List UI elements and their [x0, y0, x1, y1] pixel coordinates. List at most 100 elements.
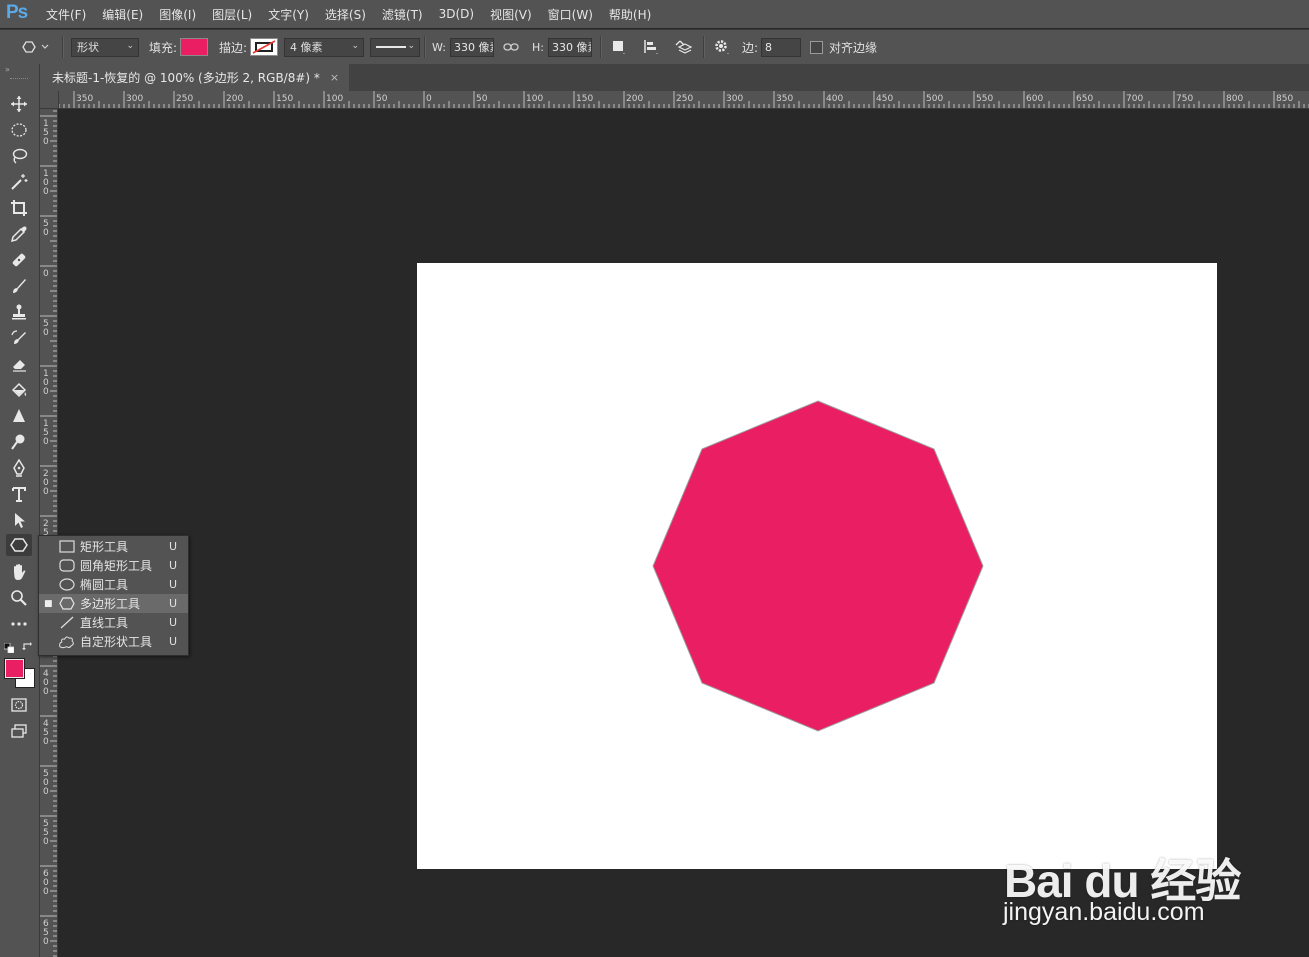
ruler-label: 150	[276, 94, 293, 104]
document-tab[interactable]: 未标题-1-恢复的 @ 100% (多边形 2, RGB/8#) * ×	[40, 64, 350, 91]
lasso-icon	[12, 148, 28, 164]
close-icon[interactable]: ×	[330, 71, 339, 84]
ruler-label: 0	[43, 269, 49, 279]
lasso-tool[interactable]	[6, 145, 32, 167]
fill-color-swatch[interactable]	[180, 38, 209, 56]
default-colors-icon[interactable]	[3, 642, 15, 656]
ruler-label: 50	[43, 219, 49, 238]
blur-tool[interactable]	[6, 405, 32, 427]
eyedropper-tool[interactable]	[6, 223, 32, 245]
pen-tool[interactable]	[6, 457, 32, 479]
flyout-shortcut: U	[169, 616, 178, 629]
gear-icon[interactable]	[713, 30, 731, 64]
photoshop-logo: Ps	[6, 2, 28, 23]
ruler-label: 200	[626, 94, 643, 104]
hand-icon	[14, 564, 26, 580]
flyout-shortcut: U	[169, 540, 178, 553]
flyout-item-rectangle[interactable]: 矩形工具 U	[39, 537, 188, 556]
height-field[interactable]: 330 像素	[547, 37, 592, 57]
chevron-down-icon: ⌄	[126, 40, 134, 51]
flyout-item-line[interactable]: 直线工具 U	[39, 613, 188, 632]
swap-colors-icon[interactable]	[22, 641, 33, 655]
height-value: 330 像素	[551, 41, 591, 54]
menu-view[interactable]: 视图(V)	[490, 6, 532, 23]
flyout-item-rounded-rectangle[interactable]: 圆角矩形工具 U	[39, 556, 188, 575]
tool-preset-picker[interactable]	[22, 30, 52, 64]
history-brush-tool[interactable]	[6, 327, 32, 349]
stroke-width-dropdown[interactable]: 4 像素 ⌄	[284, 37, 364, 57]
horizontal-ruler[interactable]: 350 300 250 200 150 100 50 0 50 100 150 200 250 300 35…	[58, 91, 1309, 109]
menu-window[interactable]: 窗口(W)	[548, 6, 593, 23]
move-icon	[11, 96, 27, 112]
panel-grip[interactable]	[10, 78, 28, 81]
flyout-item-custom-shape[interactable]: 自定形状工具 U	[39, 632, 188, 651]
ruler-label: 300	[126, 94, 143, 104]
ruler-label: 200	[43, 469, 49, 497]
shape-mode-dropdown[interactable]: 形状 ⌄	[71, 37, 139, 57]
move-tool[interactable]	[6, 93, 32, 115]
magic-wand-tool[interactable]	[6, 171, 32, 193]
menu-image[interactable]: 图像(I)	[159, 6, 196, 23]
canvas-artwork	[652, 400, 984, 732]
dodge-tool[interactable]	[6, 431, 32, 453]
brush-tool[interactable]	[6, 275, 32, 297]
ruler-label: 250	[176, 94, 193, 104]
screen-mode-button[interactable]	[6, 720, 32, 742]
link-icon[interactable]	[503, 30, 519, 64]
flyout-shortcut: U	[169, 578, 178, 591]
eraser-icon	[13, 360, 26, 372]
shape-tool[interactable]	[6, 534, 32, 556]
stroke-color-swatch[interactable]	[250, 38, 279, 56]
stroke-type-dropdown[interactable]: ⌄	[370, 37, 420, 57]
quick-mask-button[interactable]	[6, 694, 32, 716]
ruler-label: 600	[1026, 94, 1043, 104]
menu-file[interactable]: 文件(F)	[46, 6, 86, 23]
polygon-preset-icon	[22, 41, 49, 53]
menu-filter[interactable]: 滤镜(T)	[382, 6, 423, 23]
ruler-label: 500	[43, 769, 49, 797]
menu-layer[interactable]: 图层(L)	[212, 6, 252, 23]
quick-mask-icon	[11, 698, 27, 712]
foreground-color-swatch[interactable]	[4, 658, 25, 679]
zoom-tool[interactable]	[6, 587, 32, 609]
ruler-label: 300	[726, 94, 743, 104]
path-alignment-icon[interactable]	[642, 30, 660, 64]
width-label: W:	[432, 40, 446, 54]
width-field[interactable]: 330 像素	[449, 37, 494, 57]
document-canvas[interactable]	[417, 263, 1217, 869]
align-edges-checkbox[interactable]	[810, 40, 823, 54]
elliptical-marquee-tool[interactable]	[6, 119, 32, 141]
type-tool[interactable]	[6, 483, 32, 505]
clone-stamp-tool[interactable]	[6, 301, 32, 323]
menu-type[interactable]: 文字(Y)	[268, 6, 309, 23]
path-selection-tool[interactable]	[6, 509, 32, 531]
crop-tool[interactable]	[6, 197, 32, 219]
flyout-label: 椭圆工具	[80, 578, 129, 592]
menu-help[interactable]: 帮助(H)	[609, 6, 651, 23]
ellipse-icon	[58, 577, 75, 592]
menu-select[interactable]: 选择(S)	[325, 6, 366, 23]
horizontal-ruler-ticks: 350 300 250 200 150 100 50 0 50 100 150 200 250 300 35…	[58, 91, 1309, 108]
vertical-ruler[interactable]: 1501005005010015020025030035040045050055…	[40, 91, 58, 957]
more-tools[interactable]	[6, 613, 32, 635]
sides-field[interactable]: 8	[761, 37, 802, 57]
path-arrangement-icon[interactable]	[674, 30, 694, 64]
menu-3d[interactable]: 3D(D)	[439, 7, 474, 21]
eraser-tool[interactable]	[6, 353, 32, 375]
ruler-label: 150	[43, 119, 49, 147]
paint-bucket-icon	[11, 382, 27, 398]
flyout-item-ellipse[interactable]: 椭圆工具 U	[39, 575, 188, 594]
collapse-icon[interactable]: »	[5, 65, 10, 74]
stroke-swatch-icon	[252, 40, 276, 54]
document-tab-title: 未标题-1-恢复的 @ 100% (多边形 2, RGB/8#) *	[52, 71, 320, 85]
healing-brush-tool[interactable]	[6, 249, 32, 271]
menu-edit[interactable]: 编辑(E)	[102, 6, 143, 23]
sides-label: 边:	[742, 40, 759, 55]
flyout-shortcut: U	[169, 635, 178, 648]
flyout-item-polygon[interactable]: ■ 多边形工具 U	[39, 594, 188, 613]
ruler-origin[interactable]	[40, 91, 59, 109]
octagon-shape[interactable]	[652, 400, 984, 732]
paint-bucket-tool[interactable]	[6, 379, 32, 401]
hand-tool[interactable]	[6, 561, 32, 583]
path-operations-icon[interactable]	[610, 30, 628, 64]
